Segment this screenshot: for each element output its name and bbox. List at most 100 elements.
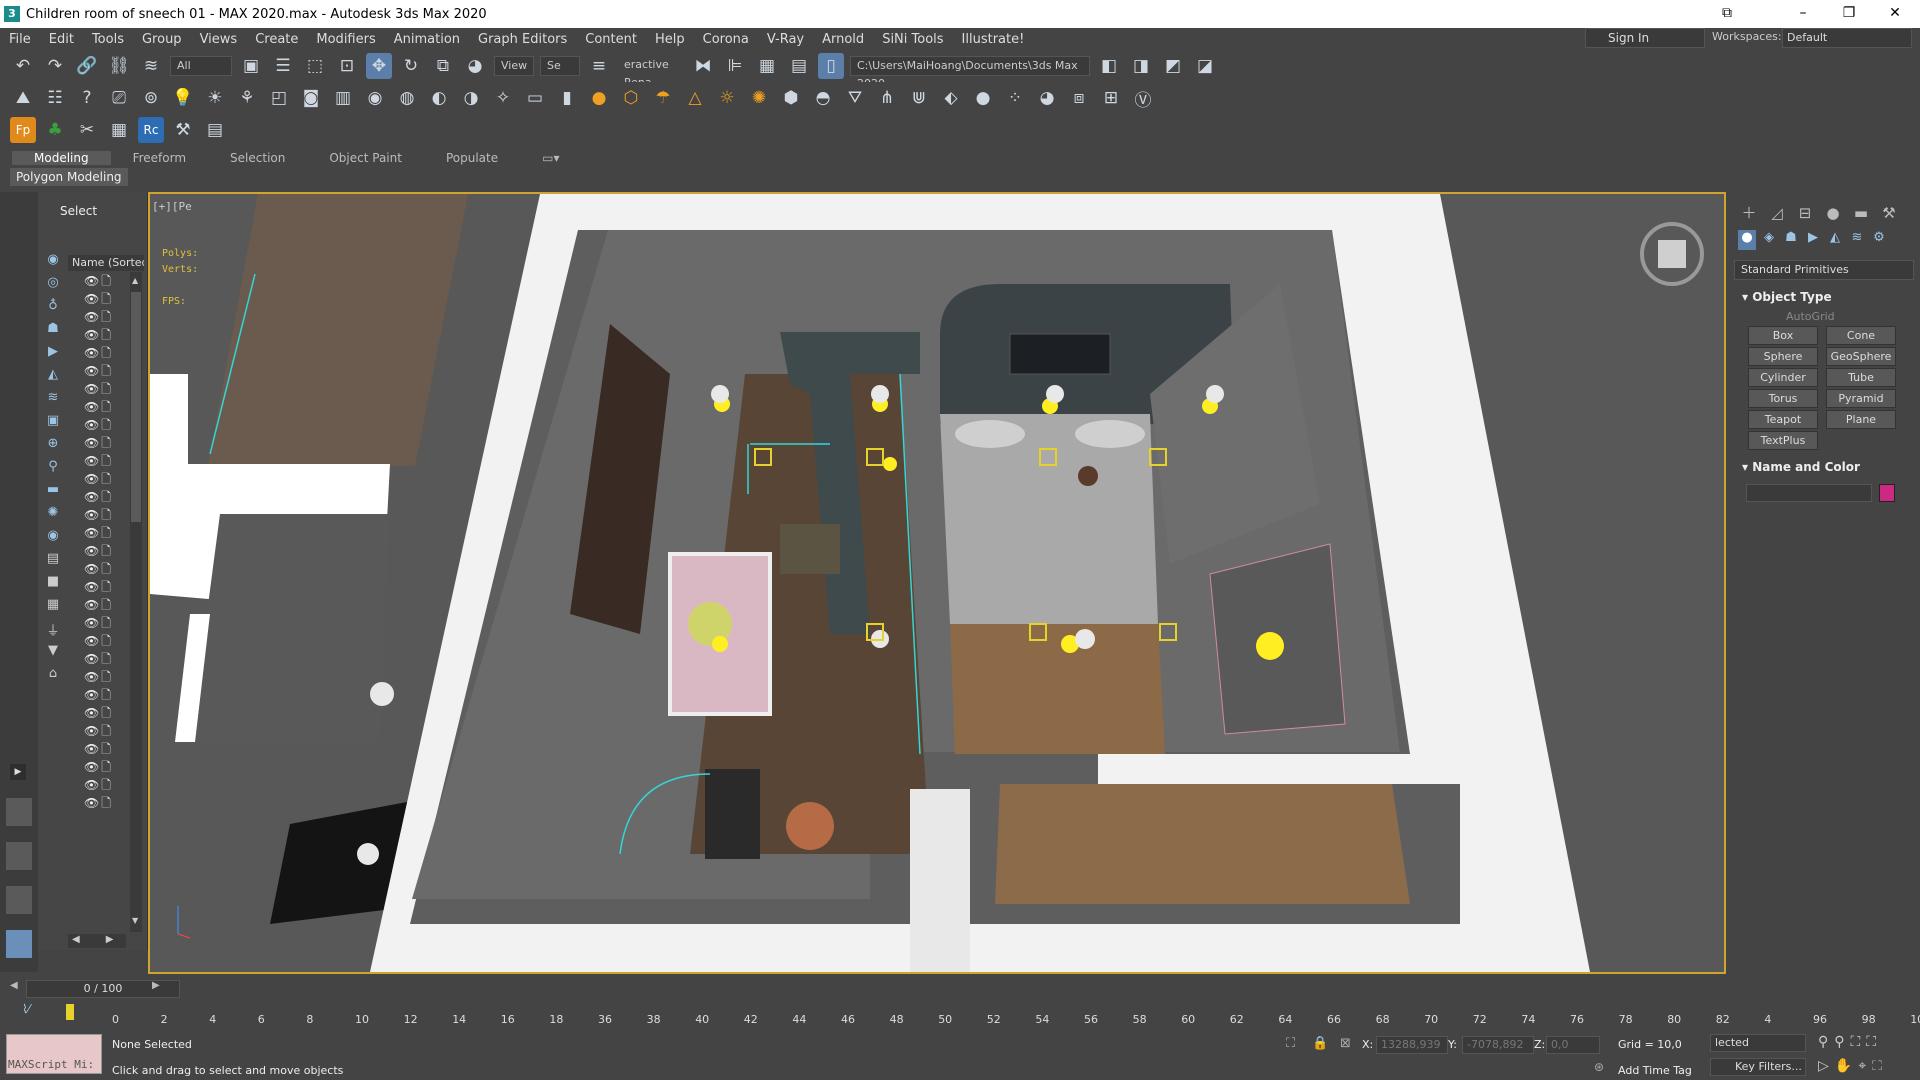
menu-tools[interactable]: Tools [83, 32, 133, 47]
object-color-swatch[interactable] [1879, 484, 1895, 502]
object-name-field[interactable] [1746, 484, 1872, 502]
select-and-move-icon[interactable]: ✥ [366, 53, 392, 79]
layer-explorer-icon[interactable]: ≡ [586, 53, 612, 79]
menu-vray[interactable]: V-Ray [758, 32, 813, 47]
light-icon[interactable]: 💡 [170, 85, 196, 111]
camera-filter-icon[interactable]: ▶ [43, 344, 63, 362]
frame-buffer-icon[interactable]: ▭ [522, 85, 548, 111]
z-coordinate-field[interactable]: 0,0 [1546, 1036, 1600, 1054]
menu-group[interactable]: Group [133, 32, 191, 47]
display-tab-icon[interactable]: ▬ [1850, 202, 1872, 224]
multi-sphere-icon[interactable]: ⁘ [1002, 85, 1028, 111]
explorer-row[interactable]: 👁🗋 [84, 776, 130, 794]
curve-editor-icon[interactable]: ⌇⁄ [22, 1002, 30, 1016]
helper-filter-icon[interactable]: ◭ [43, 367, 63, 385]
cube-icon[interactable]: ⬢ [778, 85, 804, 111]
helpers-icon[interactable]: ◭ [1826, 230, 1844, 250]
orange-star-icon[interactable]: ✺ [746, 85, 772, 111]
select-object-icon[interactable]: ▣ [238, 53, 264, 79]
menu-arnold[interactable]: Arnold [813, 32, 873, 47]
restore-button[interactable]: ❐ [1826, 0, 1872, 28]
y-coordinate-field[interactable]: -7078,892 [1462, 1036, 1534, 1054]
name-and-color-rollout[interactable]: ▾ Name and Color [1742, 460, 1860, 474]
texture-icon[interactable]: ▥ [330, 85, 356, 111]
hierarchy-tab-icon[interactable]: ⊟ [1794, 202, 1816, 224]
select-and-rotate-icon[interactable]: ↻ [398, 53, 424, 79]
select-by-name-icon[interactable]: ☰ [270, 53, 296, 79]
sphere-button[interactable]: Sphere [1748, 347, 1818, 366]
camera-icon[interactable]: ⎚ [106, 85, 132, 111]
menu-illustrate[interactable]: Illustrate! [953, 32, 1034, 47]
primitive-category-dropdown[interactable]: Standard Primitives [1734, 260, 1914, 280]
tab-selection[interactable]: Selection [208, 151, 307, 165]
link-icon[interactable]: 🔗 [74, 53, 100, 79]
minimize-button[interactable]: – [1780, 0, 1826, 28]
geometry-icon[interactable]: ● [1738, 230, 1756, 250]
create-tab-icon[interactable]: ＋ [1738, 202, 1760, 224]
orange-triangle-icon[interactable]: △ [682, 85, 708, 111]
pyramid-button[interactable]: Pyramid [1826, 389, 1896, 408]
tube-button[interactable]: Tube [1826, 368, 1896, 387]
group-filter-icon[interactable]: ▣ [43, 413, 63, 431]
v-logo-icon[interactable]: Ⓥ [1130, 85, 1156, 111]
select-all-icon[interactable]: ▤ [43, 551, 63, 569]
fur-icon[interactable]: ⋔ [874, 85, 900, 111]
explorer-row[interactable]: 👁🗋 [84, 470, 130, 488]
name-column-header[interactable]: Name (Sorted A [68, 255, 144, 271]
display-all-icon[interactable]: ◉ [43, 252, 63, 270]
modify-tab-icon[interactable]: ◿ [1766, 202, 1788, 224]
sign-in-button[interactable]: Sign In [1585, 28, 1705, 48]
fp-icon[interactable]: Fp [10, 117, 36, 143]
menu-create[interactable]: Create [246, 32, 307, 47]
interactive-render-label[interactable]: eractive Rena [618, 56, 684, 89]
viewport-nav-controls[interactable]: ⚲⚲⛶⛶ [1818, 1034, 1882, 1050]
expand-arrow-icon[interactable]: ▶ [10, 764, 26, 780]
explorer-row[interactable]: 👁🗋 [84, 272, 130, 290]
named-selection-dropdown[interactable]: Se [540, 56, 580, 76]
menu-help[interactable]: Help [646, 32, 694, 47]
render-view-icon[interactable]: ◐ [426, 85, 452, 111]
explorer-row[interactable]: 👁🗋 [84, 560, 130, 578]
tab-populate[interactable]: Populate [424, 151, 520, 165]
frozen-filter-icon[interactable]: ✺ [43, 505, 63, 523]
key-filters-button[interactable]: Key Filters... [1710, 1058, 1806, 1076]
scene-explorer-icon[interactable]: ▯ [818, 53, 844, 79]
time-tag-icon[interactable]: ⊛ [1594, 1060, 1604, 1074]
explorer-row[interactable]: 👁🗋 [84, 794, 130, 812]
grid-icon[interactable]: ▤ [202, 117, 228, 143]
conversion-icon[interactable]: ⧈ [1066, 85, 1092, 111]
add-time-tag[interactable]: Add Time Tag [1618, 1064, 1692, 1077]
object-type-rollout[interactable]: ▾ Object Type [1742, 290, 1832, 304]
polygon-modeling-panel[interactable]: Polygon Modeling [10, 168, 128, 186]
shapes-icon[interactable]: ◈ [1760, 230, 1778, 250]
menu-edit[interactable]: Edit [40, 32, 83, 47]
utilities-tab-icon[interactable]: ⚒ [1878, 202, 1900, 224]
tab-object-paint[interactable]: Object Paint [307, 151, 424, 165]
orange-poly-icon[interactable]: ⬡ [618, 85, 644, 111]
plane-button[interactable]: Plane [1826, 410, 1896, 429]
explorer-row[interactable]: 👁🗋 [84, 632, 130, 650]
scroll-down-icon[interactable]: ▼ [132, 916, 140, 926]
explorer-row[interactable]: 👁🗋 [84, 506, 130, 524]
orange-sun-icon[interactable]: ☼ [714, 85, 740, 111]
extra-window-icon[interactable]: ⧉ [1704, 0, 1750, 28]
cone-button[interactable]: Cone [1826, 326, 1896, 345]
mirror-icon[interactable]: ⧓ [690, 53, 716, 79]
explorer-row[interactable]: 👁🗋 [84, 704, 130, 722]
lights-icon[interactable]: ☗ [1782, 230, 1800, 250]
teapot-button[interactable]: Teapot [1748, 410, 1818, 429]
select-and-place-icon[interactable]: ◕ [462, 53, 488, 79]
grey-sphere-icon[interactable]: ● [970, 85, 996, 111]
proxy-icon[interactable]: ◰ [266, 85, 292, 111]
x-coordinate-field[interactable]: 13288,939 [1376, 1036, 1448, 1054]
explorer-row[interactable]: 👁🗋 [84, 308, 130, 326]
reference-coordinate-dropdown[interactable]: View [494, 56, 534, 76]
tools-icon[interactable]: ✂ [74, 117, 100, 143]
time-prev-icon[interactable]: ◀ [10, 980, 18, 991]
menu-animation[interactable]: Animation [385, 32, 469, 47]
render-production-icon[interactable]: ◩ [1160, 53, 1186, 79]
hscroll-right-icon[interactable]: ▶ [106, 934, 114, 945]
effects-icon[interactable]: ▮ [554, 85, 580, 111]
systems-icon[interactable]: ⚙ [1870, 230, 1888, 250]
orange-mushroom-icon[interactable]: ☂ [650, 85, 676, 111]
